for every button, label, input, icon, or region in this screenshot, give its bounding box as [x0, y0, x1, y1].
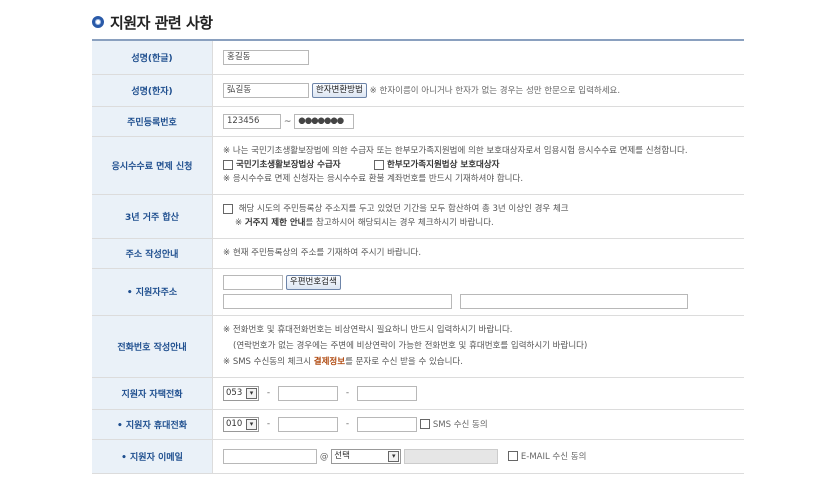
row-name-kr: 성명(한글) 홍길동 — [92, 40, 744, 75]
chevron-down-icon: ▾ — [246, 387, 257, 399]
row-phone-guide: 전화번호 작성안내 ※ 전화번호 및 휴대전화번호는 비상연락시 필요하니 반드… — [92, 315, 744, 378]
residence-note-prefix: ※ — [235, 218, 245, 228]
rrn-back-input[interactable]: ●●●●●●● — [294, 113, 355, 129]
row-name-hanja: 성명(한자) 弘길동 한자변환방법 ※ 한자이름이 아니거나 한자가 없는 경우… — [92, 74, 744, 107]
row-residence: 3년 거주 합산 해당 시도의 주민등록상 주소지를 두고 있었던 기간을 모두… — [92, 194, 744, 239]
zipcode-input[interactable] — [223, 274, 283, 290]
residence-checkbox[interactable] — [223, 203, 233, 214]
label-name-hanja: 성명(한자) — [92, 74, 213, 107]
phone-note-2: (연락번호가 없는 경우에는 주변에 비상연락이 가능한 전화번호 및 휴대번호… — [233, 341, 588, 351]
label-address-guide: 주소 작성안내 — [92, 238, 213, 269]
chevron-down-icon: ▾ — [246, 418, 257, 430]
required-mark: • — [121, 452, 127, 463]
required-mark: • — [117, 420, 123, 431]
email-domain-select[interactable]: 선택 ▾ — [331, 448, 402, 464]
fee-note-2: ※ 응시수수료 면제 신청자는 응시수수료 환불 계좌번호를 반드시 기재하셔야… — [223, 174, 524, 184]
address-line1-input[interactable] — [223, 293, 452, 309]
name-hanja-input[interactable]: 弘길동 — [223, 82, 309, 98]
phone-note-3-bold: 결제정보 — [313, 357, 346, 367]
rrn-separator: ~ — [283, 116, 292, 127]
section-title-text: 지원자 관련 사항 — [110, 13, 213, 32]
email-consent-checkbox[interactable] — [507, 451, 518, 461]
phone-note-1: ※ 전화번호 및 휴대전화번호는 비상연락시 필요하니 반드시 입력하시기 바랍… — [223, 325, 513, 335]
home-phone-area-value: 053 — [226, 387, 243, 398]
label-home-phone: 지원자 자택전화 — [92, 377, 213, 410]
row-email: • 지원자 이메일 @ 선택 ▾ E-MAIL 수신 동의 — [92, 439, 744, 474]
dash: - — [266, 388, 271, 398]
email-at: @ — [319, 451, 329, 462]
residence-limit-link[interactable]: 거주지 제한 안내 — [245, 218, 306, 228]
label-email: • 지원자 이메일 — [92, 439, 213, 474]
label-rrn: 주민등록번호 — [92, 106, 213, 137]
email-id-input[interactable] — [223, 448, 317, 464]
dash: - — [345, 388, 350, 398]
sms-consent-label: SMS 수신 동의 — [432, 419, 488, 430]
fee-option-1-checkbox[interactable] — [223, 159, 233, 170]
row-fee-waiver: 응시수수료 면제 신청 ※ 나는 국민기초생활보장법에 의한 수급자 또는 한부… — [92, 136, 744, 195]
name-kr-input[interactable]: 홍길동 — [223, 49, 309, 65]
label-address-text: 지원자주소 — [135, 288, 178, 298]
fee-option-2-label: 한부모가족지원법상 보호대상자 — [387, 160, 500, 170]
label-fee-waiver: 응시수수료 면제 신청 — [92, 136, 213, 195]
phone-note-3-post: 를 문자로 수신 받을 수 있습니다. — [345, 357, 463, 367]
home-phone-mid-input[interactable] — [278, 385, 338, 401]
label-name-kr: 성명(한글) — [92, 40, 213, 75]
hanja-note: ※ 한자이름이 아니거나 한자가 없는 경우는 성만 한문으로 입력하세요. — [369, 85, 621, 96]
row-home-phone: 지원자 자택전화 053 ▾ - - — [92, 377, 744, 410]
mobile-mid-input[interactable] — [278, 416, 338, 432]
phone-note-3-pre: ※ SMS 수신동의 체크시 — [223, 357, 314, 367]
row-mobile: • 지원자 휴대전화 010 ▾ - - SMS 수신 동의 — [92, 409, 744, 440]
label-mobile-text: 지원자 휴대전화 — [125, 420, 187, 431]
fee-option-2-checkbox[interactable] — [374, 159, 385, 170]
label-email-text: 지원자 이메일 — [130, 452, 183, 463]
rrn-front-input[interactable]: 123456 — [223, 113, 281, 129]
circle-bullet-icon — [92, 16, 104, 28]
email-consent-label: E-MAIL 수신 동의 — [520, 451, 587, 462]
home-phone-area-select[interactable]: 053 ▾ — [223, 385, 259, 401]
label-phone-guide: 전화번호 작성안내 — [92, 315, 213, 378]
residence-check-text: 해당 시도의 주민등록상 주소지를 두고 있었던 기간을 모두 합산하여 총 3… — [238, 204, 569, 214]
dash: - — [345, 419, 350, 429]
zipcode-search-button[interactable]: 우편번호검색 — [285, 274, 341, 290]
applicant-form-table: 성명(한글) 홍길동 성명(한자) 弘길동 한자변환방법 ※ 한자이름이 아니거… — [92, 39, 744, 474]
chevron-down-icon: ▾ — [388, 450, 400, 462]
label-residence: 3년 거주 합산 — [92, 194, 213, 239]
fee-note-1: ※ 나는 국민기초생활보장법에 의한 수급자 또는 한부모가족지원법에 의한 보… — [223, 146, 688, 156]
label-mobile: • 지원자 휴대전화 — [92, 409, 213, 440]
mobile-prefix-select[interactable]: 010 ▾ — [223, 416, 259, 432]
dash: - — [266, 419, 271, 429]
email-domain-input[interactable] — [404, 448, 499, 464]
mobile-last-input[interactable] — [357, 416, 417, 432]
address-line2-input[interactable] — [459, 293, 688, 309]
section-title: 지원자 관련 사항 — [92, 12, 213, 32]
home-phone-last-input[interactable] — [357, 385, 417, 401]
email-domain-value: 선택 — [334, 450, 350, 461]
fee-option-1-label: 국민기초생활보장법상 수급자 — [236, 160, 341, 170]
label-address: • 지원자주소 — [92, 268, 213, 316]
hanja-convert-button[interactable]: 한자변환방법 — [311, 82, 367, 98]
row-address: • 지원자주소 우편번호검색 — [92, 268, 744, 316]
sms-consent-checkbox[interactable] — [419, 419, 430, 429]
mobile-prefix-value: 010 — [226, 418, 243, 429]
residence-note-rest: 를 참고하시어 해당되시는 경우 체크하시기 바랍니다. — [305, 218, 494, 228]
required-mark: • — [126, 288, 133, 298]
row-address-guide: 주소 작성안내 ※ 현재 주민등록상의 주소를 기재하여 주시기 바랍니다. — [92, 238, 744, 269]
address-guide-note: ※ 현재 주민등록상의 주소를 기재하여 주시기 바랍니다. — [212, 238, 744, 269]
row-rrn: 주민등록번호 123456 ~ ●●●●●●● — [92, 106, 744, 137]
